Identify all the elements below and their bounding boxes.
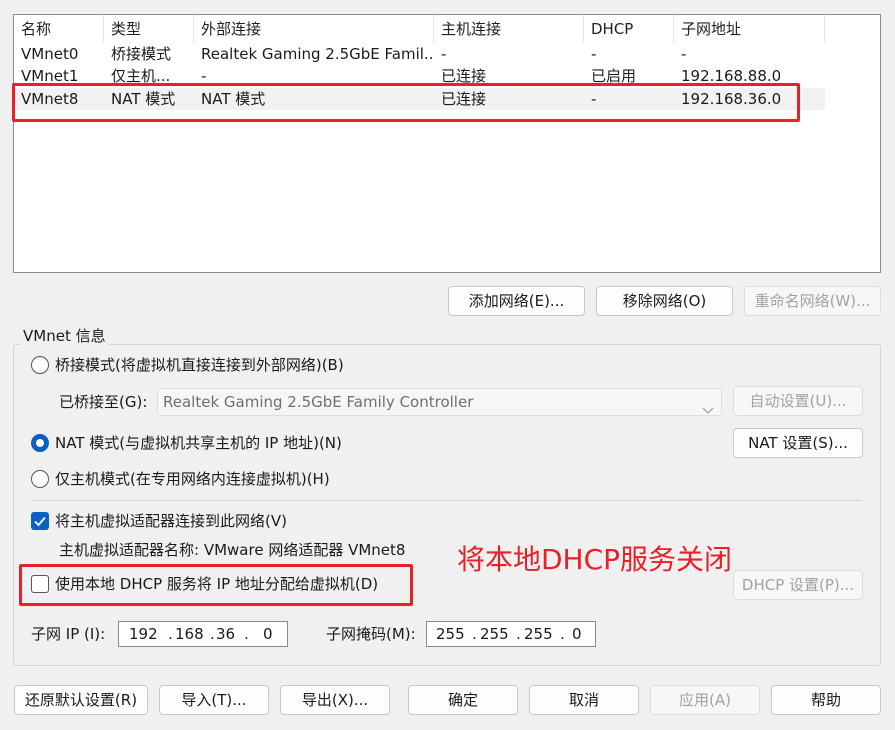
connect-adapter-label[interactable]: 将主机虚拟适配器连接到此网络(V) xyxy=(55,510,287,532)
auto-settings-button[interactable]: 自动设置(U)... xyxy=(733,386,863,416)
ip-dot: . xyxy=(210,625,215,643)
cell-dhcp: - xyxy=(591,45,597,63)
bridge-mode-radio[interactable] xyxy=(31,356,49,374)
mask-octet: 255 xyxy=(524,625,553,643)
subnet-mask-input[interactable]: 255 . 255 . 255 . 0 xyxy=(426,621,596,647)
bridged-to-select[interactable]: Realtek Gaming 2.5GbE Family Controller xyxy=(157,388,722,416)
chevron-down-icon xyxy=(702,397,714,423)
virtual-network-table[interactable]: 名称 类型 外部连接 主机连接 DHCP 子网地址 VMnet0 桥接模式 Re… xyxy=(13,14,881,273)
subnet-mask-label: 子网掩码(M): xyxy=(326,625,416,643)
mask-dot: . xyxy=(516,625,521,643)
nat-mode-radio[interactable] xyxy=(31,434,49,452)
column-header-host[interactable]: 主机连接 xyxy=(434,15,584,43)
subnet-ip-label: 子网 IP (I): xyxy=(31,625,106,643)
column-header-external[interactable]: 外部连接 xyxy=(194,15,434,43)
bridged-to-value: Realtek Gaming 2.5GbE Family Controller xyxy=(163,393,474,411)
ok-button[interactable]: 确定 xyxy=(408,685,518,715)
adapter-name-text: 主机虚拟适配器名称: VMware 网络适配器 VMnet8 xyxy=(59,541,406,559)
help-button[interactable]: 帮助 xyxy=(771,685,881,715)
ip-dot: . xyxy=(168,625,173,643)
mask-octet: 0 xyxy=(572,625,582,643)
column-header-subnet[interactable]: 子网地址 xyxy=(674,15,825,43)
import-button[interactable]: 导入(T)... xyxy=(159,685,269,715)
mask-octet: 255 xyxy=(480,625,509,643)
cell-name: VMnet0 xyxy=(21,45,79,63)
dhcp-highlight-box xyxy=(19,564,413,606)
annotation-text: 将本地DHCP服务关闭 xyxy=(457,543,733,576)
cell-host: - xyxy=(441,45,447,63)
host-only-mode-label[interactable]: 仅主机模式(在专用网络内连接虚拟机)(H) xyxy=(55,468,330,490)
apply-button[interactable]: 应用(A) xyxy=(650,685,760,715)
column-header-dhcp[interactable]: DHCP xyxy=(584,15,674,43)
bridge-mode-label[interactable]: 桥接模式(将虚拟机直接连接到外部网络)(B) xyxy=(55,354,344,376)
table-row[interactable]: VMnet0 桥接模式 Realtek Gaming 2.5GbE Famil.… xyxy=(14,43,825,65)
mask-dot: . xyxy=(560,625,565,643)
connect-adapter-checkbox[interactable] xyxy=(31,512,49,530)
ip-octet: 192 xyxy=(129,625,158,643)
divider xyxy=(31,500,862,501)
ip-octet: 168 xyxy=(175,625,204,643)
mask-octet: 255 xyxy=(436,625,465,643)
restore-defaults-button[interactable]: 还原默认设置(R) xyxy=(14,685,148,715)
table-header: 名称 类型 外部连接 主机连接 DHCP 子网地址 xyxy=(14,15,825,43)
bridged-to-label: 已桥接至(G): xyxy=(59,393,148,411)
cell-subnet: - xyxy=(681,45,687,63)
nat-settings-button[interactable]: NAT 设置(S)... xyxy=(733,428,863,458)
vmnet-info-title: VMnet 信息 xyxy=(20,326,109,346)
cell-external: Realtek Gaming 2.5GbE Famil... xyxy=(201,45,434,63)
cell-type: 桥接模式 xyxy=(111,45,172,63)
column-header-type[interactable]: 类型 xyxy=(104,15,194,43)
checkmark-icon xyxy=(34,516,46,527)
column-header-name[interactable]: 名称 xyxy=(14,15,104,43)
remove-network-button[interactable]: 移除网络(O) xyxy=(596,286,733,316)
add-network-button[interactable]: 添加网络(E)... xyxy=(448,286,585,316)
cancel-button[interactable]: 取消 xyxy=(529,685,639,715)
dhcp-settings-button[interactable]: DHCP 设置(P)... xyxy=(733,570,863,600)
export-button[interactable]: 导出(X)... xyxy=(280,685,390,715)
subnet-ip-input[interactable]: 192 . 168 . 36 . 0 xyxy=(118,621,288,647)
ip-octet: 36 xyxy=(216,625,236,643)
ip-octet: 0 xyxy=(263,625,273,643)
nat-mode-label[interactable]: NAT 模式(与虚拟机共享主机的 IP 地址)(N) xyxy=(55,432,342,454)
host-only-mode-radio[interactable] xyxy=(31,470,49,488)
ip-dot: . xyxy=(244,625,249,643)
rename-network-button[interactable]: 重命名网络(W)... xyxy=(744,286,881,316)
row-highlight-box xyxy=(12,83,800,122)
mask-dot: . xyxy=(472,625,477,643)
